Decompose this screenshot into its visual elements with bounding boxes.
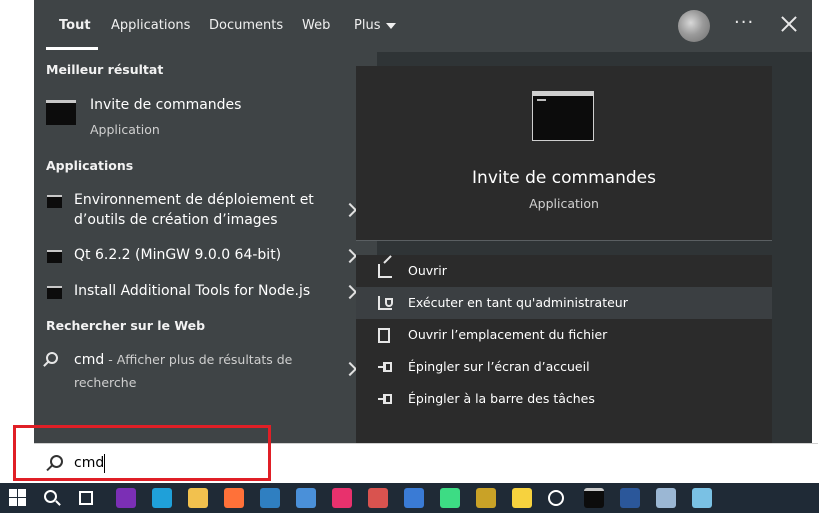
file-location-icon — [378, 328, 390, 343]
chevron-down-icon — [386, 22, 397, 29]
active-tab-indicator — [46, 47, 98, 50]
windows-logo-icon — [18, 498, 26, 506]
list-item-label: Environnement de déploiement et d’outils… — [74, 192, 314, 228]
action-open-file-location[interactable]: Ouvrir l’emplacement du fichier — [356, 319, 772, 351]
paint-icon[interactable] — [368, 488, 388, 508]
jetbrains-icon[interactable] — [332, 488, 352, 508]
best-match-heading: Meilleur résultat — [46, 62, 164, 77]
windows-logo-icon — [18, 489, 26, 497]
action-label: Épingler à la barre des tâches — [408, 391, 595, 406]
tab-more[interactable]: Plus — [354, 18, 397, 33]
best-match-title: Invite de commandes — [90, 97, 242, 113]
task-view-icon[interactable] — [79, 491, 93, 505]
search-tabs-bar: Tout Applications Documents Web Plus ··· — [34, 0, 812, 52]
preview-title: Invite de commandes — [472, 168, 656, 188]
file-explorer-icon[interactable] — [188, 488, 208, 508]
firefox-icon[interactable] — [224, 488, 244, 508]
desktop-background — [0, 0, 34, 440]
action-pin-taskbar[interactable]: Épingler à la barre des tâches — [356, 383, 772, 415]
avatar[interactable] — [678, 10, 710, 42]
app-window-icon — [47, 286, 62, 299]
android-icon[interactable] — [440, 488, 460, 508]
best-match-subtitle: Application — [90, 122, 160, 137]
action-pin-start[interactable]: Épingler sur l’écran d’accueil — [356, 351, 772, 383]
action-run-as-admin[interactable]: Exécuter en tant qu'administrateur — [356, 287, 772, 319]
applications-heading: Applications — [46, 158, 134, 173]
list-item-label: Qt 6.2.2 (MinGW 9.0.0 64-bit) — [74, 247, 282, 263]
tab-more-label: Plus — [354, 18, 381, 33]
chevron-right-icon[interactable] — [342, 361, 358, 377]
action-label: Ouvrir — [408, 263, 447, 278]
onenote-icon[interactable] — [116, 488, 136, 508]
web-search-query: cmd — [74, 352, 105, 368]
puzzle-icon[interactable] — [476, 488, 496, 508]
tab-documents[interactable]: Documents — [209, 18, 283, 33]
settings-icon[interactable] — [548, 490, 564, 506]
divider — [356, 240, 772, 241]
word-icon[interactable] — [620, 488, 640, 508]
command-prompt-icon — [46, 100, 76, 125]
command-prompt-icon — [532, 91, 594, 141]
tab-applications[interactable]: Applications — [111, 18, 190, 33]
tab-all[interactable]: Tout — [59, 18, 91, 33]
list-item[interactable]: Environnement de déploiement et d’outils… — [34, 188, 377, 232]
taskbar — [0, 483, 819, 513]
action-label: Exécuter en tant qu'administrateur — [408, 295, 628, 310]
app-window-icon — [47, 195, 62, 208]
terminal-icon[interactable] — [584, 488, 604, 508]
preview-subtitle: Application — [529, 196, 599, 211]
app-icon[interactable] — [656, 488, 676, 508]
letter-a-icon[interactable] — [404, 488, 424, 508]
pin-icon — [378, 392, 392, 406]
network-tool-icon[interactable] — [296, 488, 316, 508]
actions-list: Ouvrir Exécuter en tant qu'administrateu… — [356, 255, 772, 443]
chevron-right-icon[interactable] — [342, 284, 358, 300]
more-options-icon[interactable]: ··· — [734, 12, 754, 33]
chevron-right-icon[interactable] — [342, 202, 358, 218]
web-search-heading: Rechercher sur le Web — [46, 318, 206, 333]
web-search-hint: - Afficher plus de résultats de recherch… — [74, 352, 293, 390]
chevron-right-icon[interactable] — [342, 248, 358, 264]
open-icon — [378, 264, 392, 278]
app-window-icon — [47, 250, 62, 263]
list-item-label: Install Additional Tools for Node.js — [74, 283, 311, 299]
notes-icon[interactable] — [692, 488, 712, 508]
admin-shield-icon — [378, 296, 393, 310]
list-item[interactable]: Qt 6.2.2 (MinGW 9.0.0 64-bit) — [34, 244, 377, 268]
windows-logo-icon — [9, 498, 17, 506]
tab-web[interactable]: Web — [302, 18, 330, 33]
start-button[interactable] — [9, 489, 27, 507]
search-icon — [46, 352, 58, 364]
virtualbox-icon[interactable] — [260, 488, 280, 508]
pin-icon — [378, 360, 392, 374]
web-search-label: cmd - Afficher plus de résultats de rech… — [74, 348, 324, 393]
close-icon[interactable] — [776, 12, 802, 38]
action-label: Ouvrir l’emplacement du fichier — [408, 327, 608, 342]
edge-icon[interactable] — [152, 488, 172, 508]
sticky-notes-icon[interactable] — [512, 488, 532, 508]
windows-logo-icon — [9, 489, 17, 497]
search-icon[interactable] — [44, 490, 57, 503]
app-preview: Invite de commandes Application — [356, 66, 772, 240]
results-list: Meilleur résultat Invite de commandes Ap… — [34, 52, 377, 443]
highlight-box — [13, 425, 271, 481]
action-open[interactable]: Ouvrir — [356, 255, 772, 287]
action-label: Épingler sur l’écran d’accueil — [408, 359, 590, 374]
list-item[interactable]: Install Additional Tools for Node.js — [34, 280, 377, 304]
